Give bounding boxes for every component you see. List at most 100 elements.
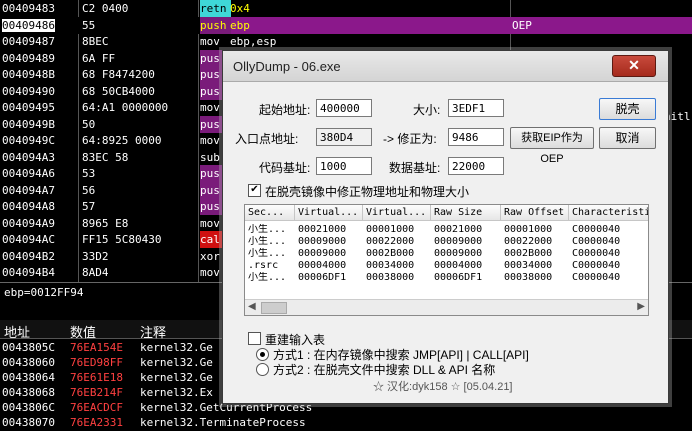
disasm-mnemonic: pus (200, 183, 220, 197)
table-header-cell[interactable]: Virtual... (295, 205, 363, 221)
table-cell: 小生... (248, 224, 287, 235)
disasm-address: 004094A9 (2, 216, 55, 230)
method1-radio[interactable] (256, 348, 269, 361)
table-header-cell[interactable]: Raw Size (431, 205, 501, 221)
table-header-cell[interactable]: Characteristic (569, 205, 648, 221)
dialog-title: OllyDump - 06.exe (233, 59, 341, 74)
disasm-mnemonic: retn (200, 2, 227, 15)
disasm-mnemonic: pus (200, 68, 220, 81)
stack-address: 00438064 (2, 371, 55, 384)
table-header-cell[interactable]: Raw Offset (501, 205, 569, 221)
table-cell: 00006DF1 (298, 272, 347, 283)
disasm-mnemonic: pus (200, 51, 220, 65)
table-cell: C0000040 (572, 260, 621, 271)
disasm-mnemonic: mov (200, 134, 220, 147)
table-cell: .rsrc (248, 260, 279, 271)
stack-comment: kernel32.Ge (140, 341, 213, 354)
disasm-address: 004094A7 (2, 183, 55, 197)
disasm-operand: 0x4 (230, 2, 250, 15)
table-cell: 小生... (248, 272, 287, 283)
disasm-mnemonic: pus (200, 200, 220, 213)
fix-address-checkbox[interactable]: ✔ (248, 184, 261, 197)
disasm-hex: 8965 E8 (82, 216, 129, 230)
stack-comment: kernel32.Ge (140, 356, 213, 369)
table-cell: 00034000 (366, 260, 415, 271)
table-cell: C0000040 (572, 224, 621, 235)
table-header-cell[interactable]: Sec... (245, 205, 295, 221)
disasm-hex: 6A FF (82, 51, 116, 65)
stack-value: 76EA2331 (70, 416, 123, 429)
disasm-hex: 8BEC (82, 35, 109, 48)
disasm-hex: 64:8925 0000 (82, 134, 162, 147)
stack-address: 00438070 (2, 416, 55, 429)
scroll-thumb[interactable] (261, 302, 287, 314)
highlight-bar (200, 16, 692, 34)
disasm-address: 00409483 (2, 2, 55, 15)
disasm-address: 0040949B (2, 117, 55, 131)
horizontal-scrollbar[interactable]: ◀ ▶ (245, 299, 648, 315)
data-base-field[interactable]: 22000 (448, 157, 504, 175)
rebuild-import-checkbox[interactable] (248, 332, 261, 345)
disasm-mnemonic: xor (200, 249, 220, 263)
table-cell: 00006DF1 (434, 272, 483, 283)
disasm-hex: 64:A1 0000000 (82, 101, 169, 114)
register-info: ebp=0012FF94 (4, 286, 84, 299)
table-cell: C0000040 (572, 272, 621, 283)
sections-table[interactable]: Sec... Virtual... Virtual... Raw Size Raw Of… (244, 204, 649, 316)
disasm-row[interactable]: 00409483 C2 0400 retn 0x4 (0, 0, 692, 17)
close-button[interactable]: ✕ (612, 55, 656, 77)
method2-radio[interactable] (256, 363, 269, 376)
stack-value: 76E61E18 (70, 371, 123, 384)
start-address-field[interactable]: 400000 (316, 99, 372, 117)
disasm-row[interactable]: 00409487 8BEC mov ebp,esp (0, 33, 692, 50)
start-address-label: 起始地址: (259, 103, 311, 117)
header-value[interactable]: 数值 (70, 322, 96, 341)
cancel-button[interactable]: 取消 (599, 127, 656, 149)
disasm-address: 00409489 (2, 51, 55, 65)
table-cell: 小生... (248, 248, 287, 259)
table-cell: 0002B000 (366, 248, 415, 259)
disasm-row[interactable]: 00409486 55 push ebp OEP (0, 16, 692, 34)
scroll-right-icon[interactable]: ▶ (637, 301, 645, 312)
modify-field[interactable]: 9486 (448, 128, 504, 146)
modify-label: -> 修正为: (383, 132, 437, 146)
disasm-hex: 33D2 (82, 249, 109, 263)
header-comment[interactable]: 注释 (140, 322, 166, 341)
disasm-mnemonic: pus (200, 167, 220, 180)
disasm-address: 004094B2 (2, 249, 55, 263)
table-cell: 00009000 (298, 236, 347, 247)
disasm-mnemonic: sub (200, 150, 220, 164)
disasm-hex: 57 (82, 200, 96, 213)
disasm-mnemonic: mov (200, 266, 220, 279)
disasm-mnemonic: cal (200, 233, 220, 246)
disasm-comment: OEP (512, 18, 532, 32)
table-cell: 00021000 (298, 224, 347, 235)
entry-point-label: 入口点地址: (235, 132, 299, 146)
stack-address: 00438068 (2, 386, 55, 399)
table-cell: 00038000 (366, 272, 415, 283)
disasm-hex: 68 50CB4000 (82, 84, 155, 98)
dump-button[interactable]: 脱壳 (599, 98, 656, 120)
stack-value: 76EA154E (70, 341, 123, 354)
size-field[interactable]: 3EDF1 (448, 99, 504, 117)
stack-comment: kernel32.Ex (140, 386, 213, 399)
disasm-address: 00409487 (2, 35, 55, 48)
disasm-hex: 56 (82, 183, 96, 197)
dialog-titlebar[interactable]: OllyDump - 06.exe ✕ (223, 51, 668, 82)
size-label: 大小: (413, 103, 441, 117)
code-base-field[interactable]: 1000 (316, 157, 372, 175)
disasm-address: 004094A6 (2, 167, 55, 180)
disasm-address: 004094B4 (2, 266, 55, 279)
table-cell: 小生... (248, 236, 287, 247)
disasm-address: 0040948B (2, 68, 55, 81)
disasm-hex: 8AD4 (82, 266, 109, 279)
scroll-left-icon[interactable]: ◀ (248, 301, 256, 312)
stack-address: 0043806C (2, 401, 55, 414)
code-base-label: 代码基址: (259, 161, 311, 175)
disasm-address: 0040949C (2, 134, 55, 147)
header-address[interactable]: 地址 (4, 322, 30, 341)
disasm-hex: C2 0400 (82, 2, 129, 15)
table-header-cell[interactable]: Virtual... (363, 205, 431, 221)
table-cell: 00009000 (298, 248, 347, 259)
get-eip-button[interactable]: 获取EIP作为OEP (510, 127, 594, 165)
